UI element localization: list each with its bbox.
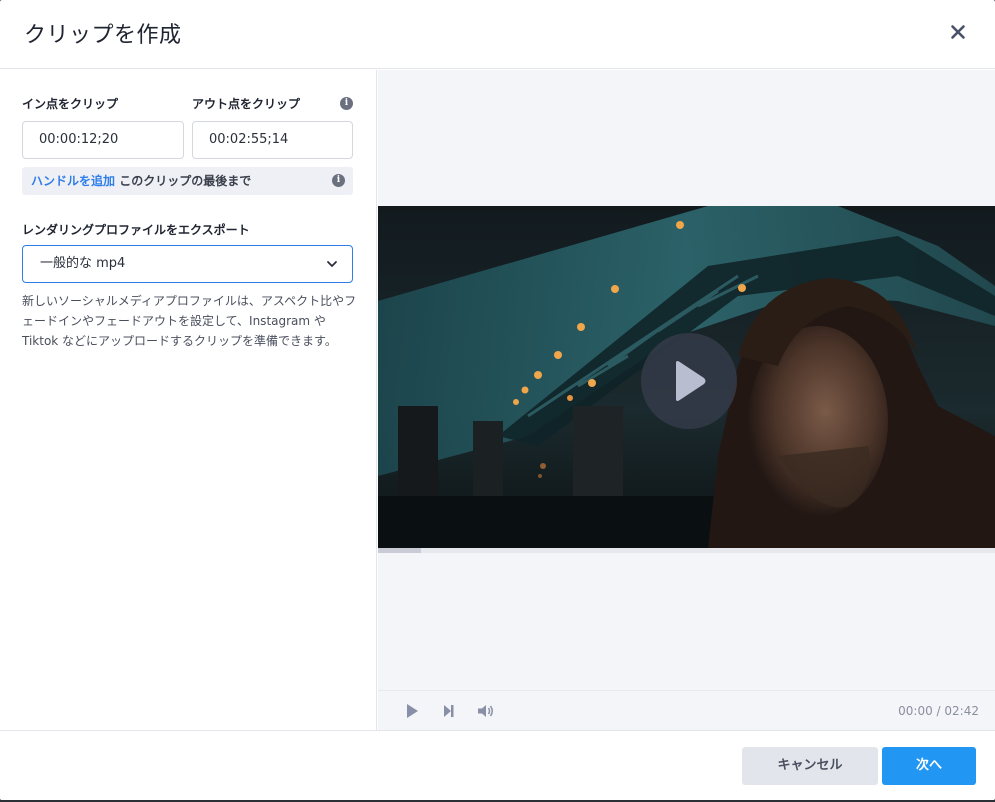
step-forward-icon bbox=[444, 705, 454, 717]
play-icon bbox=[407, 704, 418, 718]
next-button[interactable]: 次へ bbox=[882, 747, 976, 785]
in-point-label: イン点をクリップ bbox=[22, 97, 119, 111]
video-preview[interactable] bbox=[378, 206, 995, 548]
info-icon[interactable]: i bbox=[332, 174, 345, 187]
create-clip-dialog: クリップを作成 イン点をクリップ アウト点をクリップ i 00:00:12;20… bbox=[0, 0, 995, 800]
preview-panel: 00:00 / 02:42 bbox=[378, 70, 995, 730]
export-profile-label: レンダリングプロファイルをエクスポート bbox=[22, 223, 250, 237]
player-controls: 00:00 / 02:42 bbox=[378, 690, 995, 730]
video-progress-fill bbox=[378, 548, 422, 553]
close-icon[interactable] bbox=[946, 20, 970, 44]
video-progress-track[interactable] bbox=[378, 548, 995, 553]
handle-description: このクリップの最後まで bbox=[115, 174, 252, 188]
export-profile-description: 新しいソーシャルメディアプロファイルは、アスペクト比やフェードインやフェードアウ… bbox=[22, 294, 357, 348]
step-forward-button[interactable] bbox=[439, 701, 459, 721]
volume-button[interactable] bbox=[476, 701, 496, 721]
play-button[interactable] bbox=[402, 701, 422, 721]
in-point-input[interactable]: 00:00:12;20 bbox=[22, 121, 184, 159]
dialog-title: クリップを作成 bbox=[24, 23, 182, 48]
play-icon bbox=[676, 361, 706, 401]
info-icon[interactable]: i bbox=[340, 97, 353, 110]
clip-settings-panel: イン点をクリップ アウト点をクリップ i 00:00:12;20 00:02:5… bbox=[0, 70, 377, 730]
out-point-label: アウト点をクリップ bbox=[192, 97, 301, 111]
export-profile-select[interactable]: 一般的な mp4 bbox=[22, 245, 353, 283]
volume-icon bbox=[478, 705, 493, 717]
play-overlay-button[interactable] bbox=[641, 333, 737, 429]
out-point-input[interactable]: 00:02:55;14 bbox=[192, 121, 353, 159]
dialog-header: クリップを作成 bbox=[0, 0, 995, 69]
chevron-down-icon bbox=[327, 261, 337, 267]
handle-row: ハンドルを追加 このクリップの最後まで i bbox=[22, 167, 353, 195]
cancel-button[interactable]: キャンセル bbox=[742, 747, 878, 785]
export-profile-value: 一般的な mp4 bbox=[40, 256, 126, 271]
dialog-footer: キャンセル 次へ bbox=[0, 730, 995, 800]
time-display: 00:00 / 02:42 bbox=[898, 704, 979, 718]
add-handle-link[interactable]: ハンドルを追加 bbox=[31, 174, 115, 188]
